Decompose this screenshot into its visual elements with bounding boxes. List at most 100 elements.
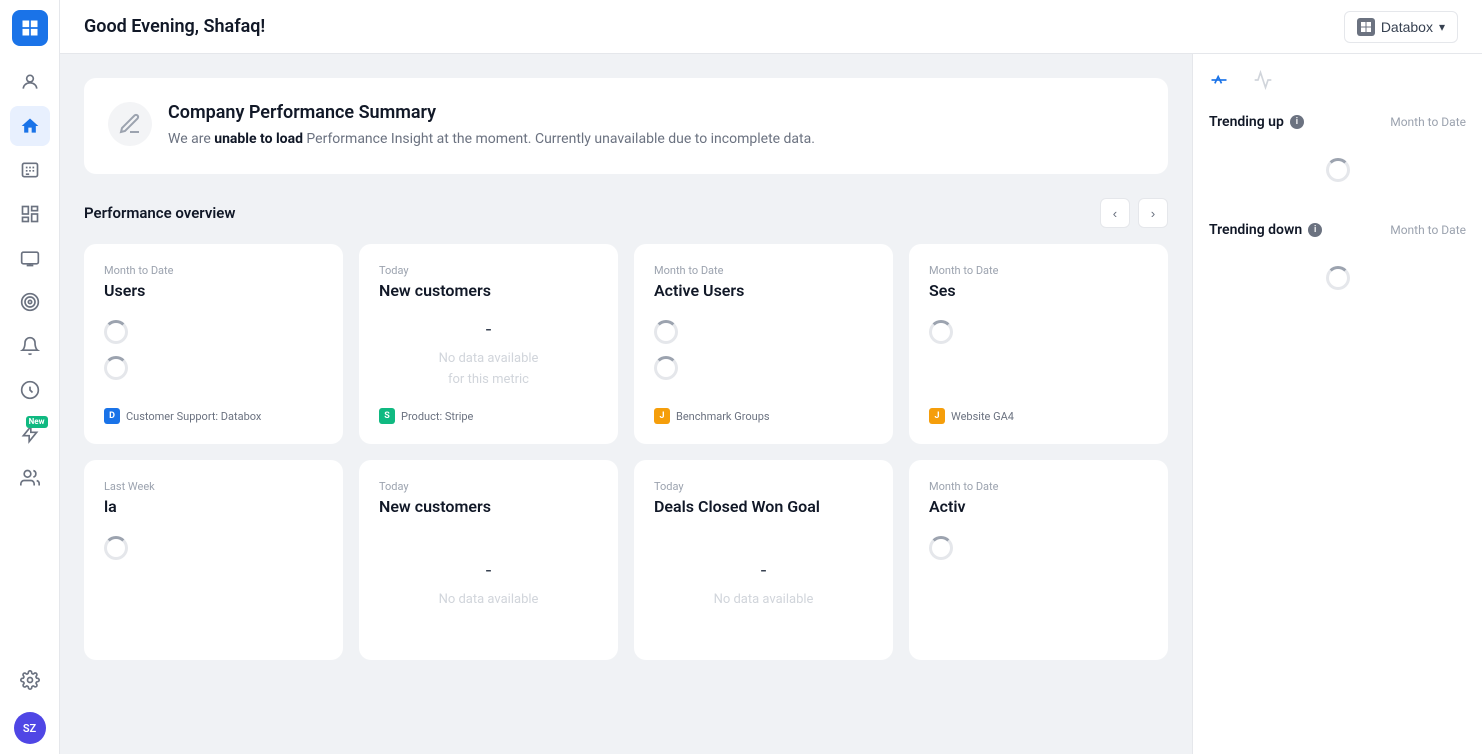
loading-spinner: [654, 320, 678, 344]
main-wrapper: Good Evening, Shafaq! Databox ▾ Company …: [60, 0, 1482, 754]
metric-card-la: Last Week la: [84, 460, 343, 660]
metric-value-area: - No data available: [654, 528, 873, 640]
sidebar-item-alerts[interactable]: [10, 326, 50, 366]
metric-footer: S Product: Stripe: [379, 408, 598, 424]
sidebar-item-analytics[interactable]: [10, 370, 50, 410]
metric-card-active-2: Month to Date Activ: [909, 460, 1168, 660]
metric-cards-row-2: Last Week la Today New customers: [84, 460, 1168, 660]
metric-loading-area: [104, 312, 323, 396]
metric-period: Month to Date: [654, 264, 873, 277]
no-data-label: No data available: [714, 590, 814, 611]
sidebar-item-team[interactable]: [10, 458, 50, 498]
metric-name: New customers: [379, 281, 598, 300]
sidebar-item-user-profile[interactable]: [10, 62, 50, 102]
loading-spinner: [929, 536, 953, 560]
loading-spinner: [104, 320, 128, 344]
pulse-icon[interactable]: [1253, 70, 1273, 90]
trending-up-period: Month to Date: [1390, 115, 1466, 129]
loading-spinner-2: [654, 356, 678, 380]
metric-card-active-users: Month to Date Active Users J Benchmark G…: [634, 244, 893, 444]
sidebar-item-goals[interactable]: [10, 282, 50, 322]
source-label: Customer Support: Databox: [126, 410, 261, 423]
sidebar-item-dashboards[interactable]: [10, 194, 50, 234]
metric-period: Today: [379, 264, 598, 277]
metric-name: Deals Closed Won Goal: [654, 497, 873, 516]
metric-dash: -: [486, 317, 492, 341]
metric-loading-area: [654, 312, 873, 396]
app-logo[interactable]: [12, 10, 48, 46]
loading-spinner: [104, 536, 128, 560]
trending-up-header: Trending up i Month to Date: [1209, 114, 1466, 130]
metric-name: Ses: [929, 281, 1148, 300]
top-header: Good Evening, Shafaq! Databox ▾: [60, 0, 1482, 54]
next-page-button[interactable]: ›: [1138, 198, 1168, 228]
metric-card-new-customers-2: Today New customers - No data available: [359, 460, 618, 660]
trending-down-section: Trending down i Month to Date: [1209, 222, 1466, 306]
sidebar-item-home[interactable]: [10, 106, 50, 146]
trending-down-header: Trending down i Month to Date: [1209, 222, 1466, 238]
loading-spinner-2: [104, 356, 128, 380]
metric-name: la: [104, 497, 323, 516]
metric-loading-area: [929, 312, 1148, 396]
content-area: Company Performance Summary We are unabl…: [60, 54, 1482, 754]
source-icon: J: [654, 408, 670, 424]
user-avatar[interactable]: SZ: [14, 712, 46, 744]
trending-up-info-icon[interactable]: i: [1290, 115, 1304, 129]
prev-page-button[interactable]: ‹: [1100, 198, 1130, 228]
metric-period: Month to Date: [104, 264, 323, 277]
metric-cards-row-1: Month to Date Users D Customer Support: …: [84, 244, 1168, 444]
metric-value-area: - No data available: [379, 528, 598, 640]
metric-dash: -: [486, 558, 492, 582]
metric-footer: J Website GA4: [929, 408, 1148, 424]
trending-icon[interactable]: [1209, 70, 1229, 90]
summary-text: Company Performance Summary We are unabl…: [168, 102, 815, 150]
source-label: Website GA4: [951, 410, 1014, 423]
metric-card-users: Month to Date Users D Customer Support: …: [84, 244, 343, 444]
trending-up-loading: [1209, 142, 1466, 198]
source-label: Benchmark Groups: [676, 410, 770, 423]
metric-card-deals: Today Deals Closed Won Goal - No data av…: [634, 460, 893, 660]
metric-period: Today: [379, 480, 598, 493]
trending-up-section: Trending up i Month to Date: [1209, 114, 1466, 198]
source-icon: J: [929, 408, 945, 424]
metric-footer: J Benchmark Groups: [654, 408, 873, 424]
metric-card-sessions: Month to Date Ses J Website GA4: [909, 244, 1168, 444]
metric-name: Active Users: [654, 281, 873, 300]
trending-down-info-icon[interactable]: i: [1308, 223, 1322, 237]
summary-card: Company Performance Summary We are unabl…: [84, 78, 1168, 174]
metric-period: Month to Date: [929, 480, 1148, 493]
source-icon: S: [379, 408, 395, 424]
right-panel-icons: [1209, 70, 1273, 90]
metric-name: Activ: [929, 497, 1148, 516]
trending-up-label: Trending up i: [1209, 114, 1304, 130]
perf-header: Performance overview ‹ ›: [84, 198, 1168, 228]
no-data-label: No data availablefor this metric: [439, 349, 539, 391]
source-label: Product: Stripe: [401, 410, 473, 423]
perf-title: Performance overview: [84, 204, 235, 222]
sidebar-item-metrics[interactable]: [10, 150, 50, 190]
sidebar: New SZ: [0, 0, 60, 754]
metric-name: New customers: [379, 497, 598, 516]
nav-buttons: ‹ ›: [1100, 198, 1168, 228]
summary-body: We are unable to load Performance Insigh…: [168, 129, 815, 150]
right-panel: Trending up i Month to Date Trending dow…: [1192, 54, 1482, 754]
metric-footer: D Customer Support: Databox: [104, 408, 323, 424]
metric-loading-area: [929, 528, 1148, 640]
metric-period: Month to Date: [929, 264, 1148, 277]
metric-dash: -: [761, 558, 767, 582]
sidebar-item-tv[interactable]: [10, 238, 50, 278]
metric-loading-area: [104, 528, 323, 640]
databox-icon: [1357, 18, 1375, 36]
sidebar-item-settings[interactable]: [10, 660, 50, 700]
metric-card-new-customers: Today New customers - No data availablef…: [359, 244, 618, 444]
metric-value-area: - No data availablefor this metric: [379, 312, 598, 396]
databox-btn-label: Databox: [1381, 19, 1433, 35]
no-data-label: No data available: [439, 590, 539, 611]
summary-icon: [108, 102, 152, 146]
trending-down-loading: [1209, 250, 1466, 306]
chevron-down-icon: ▾: [1439, 20, 1445, 34]
databox-selector-button[interactable]: Databox ▾: [1344, 11, 1458, 43]
metric-period: Today: [654, 480, 873, 493]
trending-down-label: Trending down i: [1209, 222, 1322, 238]
sidebar-item-new-feature[interactable]: New: [10, 414, 50, 454]
